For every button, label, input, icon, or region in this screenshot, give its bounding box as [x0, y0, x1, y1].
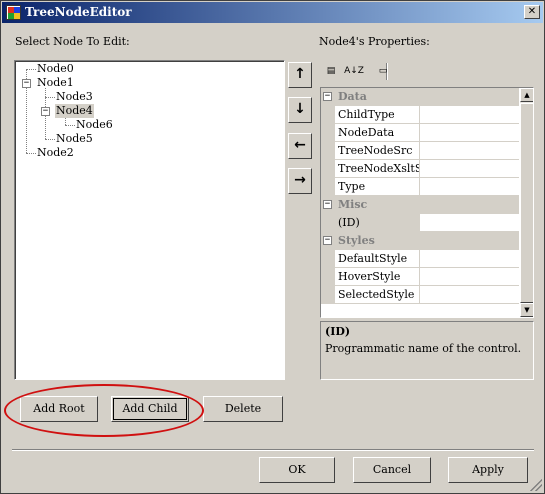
tree-node-node2[interactable]: Node2 [36, 146, 75, 160]
close-icon: ✕ [527, 6, 537, 17]
move-left-button[interactable]: ← [288, 133, 312, 159]
close-button[interactable]: ✕ [524, 5, 540, 19]
window-title: TreeNodeEditor [25, 5, 132, 19]
properties-label: Node4's Properties: [319, 35, 430, 48]
property-pages-icon: ▭ [378, 66, 388, 76]
alphabetical-view-button[interactable]: A↓Z [344, 62, 364, 82]
red-highlight-ellipse [4, 384, 204, 437]
category-label: Misc [338, 198, 368, 211]
description-text: Programmatic name of the control. [325, 342, 522, 355]
properties-toolbar: ▤ A↓Z ▭ [319, 60, 534, 84]
tree-connector [26, 69, 36, 70]
property-row[interactable]: HoverStyle [321, 268, 519, 286]
property-row[interactable]: TreeNodeSrc [321, 142, 519, 160]
arrow-down-icon: ↓ [294, 101, 306, 117]
apply-button[interactable]: Apply [448, 457, 528, 483]
collapse-misc-icon[interactable]: − [323, 200, 332, 209]
title-bar[interactable]: TreeNodeEditor ✕ [2, 2, 543, 23]
category-data[interactable]: − Data [321, 88, 519, 106]
property-name: HoverStyle [335, 268, 420, 286]
property-value[interactable] [420, 160, 519, 178]
property-name: TreeNodeXsltSrc [335, 160, 420, 178]
property-row[interactable]: DefaultStyle [321, 250, 519, 268]
collapse-node1-icon[interactable]: − [22, 79, 31, 88]
property-row[interactable]: SelectedStyle [321, 286, 519, 304]
property-value[interactable] [420, 214, 519, 232]
scroll-down-icon[interactable]: ▼ [520, 303, 533, 317]
property-pages-button[interactable]: ▭ [373, 62, 393, 82]
tree-node-node5[interactable]: Node5 [55, 132, 94, 146]
collapse-styles-icon[interactable]: − [323, 236, 332, 245]
delete-button[interactable]: Delete [203, 396, 283, 422]
category-misc[interactable]: − Misc [321, 196, 519, 214]
property-name: TreeNodeSrc [335, 142, 420, 160]
property-value[interactable] [420, 268, 519, 286]
property-value[interactable] [420, 142, 519, 160]
property-name: DefaultStyle [335, 250, 420, 268]
collapse-node4-icon[interactable]: − [41, 107, 50, 116]
node-tree[interactable]: − − Node0 Node1 Node3 Node4 Node6 Node5 … [14, 60, 285, 380]
category-label: Styles [338, 234, 375, 247]
tree-connector [45, 97, 55, 98]
category-label: Data [338, 90, 367, 103]
select-node-label: Select Node To Edit: [15, 35, 130, 48]
property-row[interactable]: TreeNodeXsltSrc [321, 160, 519, 178]
property-grid[interactable]: − Data ChildType NodeData TreeNodeSrc Tr… [320, 87, 534, 318]
description-title: (ID) [325, 325, 351, 338]
property-grid-scrollbar[interactable]: ▲ ▼ [520, 88, 533, 317]
tree-node-editor-window: TreeNodeEditor ✕ Select Node To Edit: − … [0, 0, 545, 494]
arrow-left-icon: ← [294, 137, 306, 153]
property-value[interactable] [420, 106, 519, 124]
collapse-data-icon[interactable]: − [323, 92, 332, 101]
tree-connector [26, 153, 36, 154]
property-row-id[interactable]: (ID) [321, 214, 519, 232]
app-icon [6, 5, 21, 20]
property-value[interactable] [420, 178, 519, 196]
move-right-button[interactable]: → [288, 168, 312, 194]
tree-node-node3[interactable]: Node3 [55, 90, 94, 104]
tree-node-node0[interactable]: Node0 [36, 62, 75, 76]
property-name: Type [335, 178, 420, 196]
arrow-right-icon: → [294, 172, 306, 188]
ok-button[interactable]: OK [259, 457, 335, 483]
categorized-icon: ▤ [326, 66, 336, 76]
property-value[interactable] [420, 250, 519, 268]
property-name: ChildType [335, 106, 420, 124]
property-value[interactable] [420, 286, 519, 304]
cancel-button[interactable]: Cancel [353, 457, 431, 483]
property-value[interactable] [420, 124, 519, 142]
arrow-up-icon: ↑ [294, 66, 306, 82]
tree-node-node6[interactable]: Node6 [75, 118, 114, 132]
property-name: NodeData [335, 124, 420, 142]
tree-node-node4[interactable]: Node4 [55, 104, 94, 118]
property-description: (ID) Programmatic name of the control. [320, 321, 534, 380]
property-name: (ID) [335, 214, 420, 232]
tree-node-node1[interactable]: Node1 [36, 76, 75, 90]
property-name: SelectedStyle [335, 286, 420, 304]
footer-separator [12, 449, 534, 451]
resize-grip-icon[interactable] [530, 479, 542, 491]
tree-connector [45, 139, 55, 140]
property-row[interactable]: Type [321, 178, 519, 196]
move-down-button[interactable]: ↓ [288, 97, 312, 123]
categorized-view-button[interactable]: ▤ [321, 62, 341, 82]
scroll-up-icon[interactable]: ▲ [520, 88, 533, 102]
property-row[interactable]: NodeData [321, 124, 519, 142]
sort-alphabetical-icon: A↓Z [344, 66, 364, 76]
tree-connector [65, 125, 75, 126]
property-row[interactable]: ChildType [321, 106, 519, 124]
scroll-thumb[interactable] [520, 103, 533, 303]
move-up-button[interactable]: ↑ [288, 62, 312, 88]
category-styles[interactable]: − Styles [321, 232, 519, 250]
